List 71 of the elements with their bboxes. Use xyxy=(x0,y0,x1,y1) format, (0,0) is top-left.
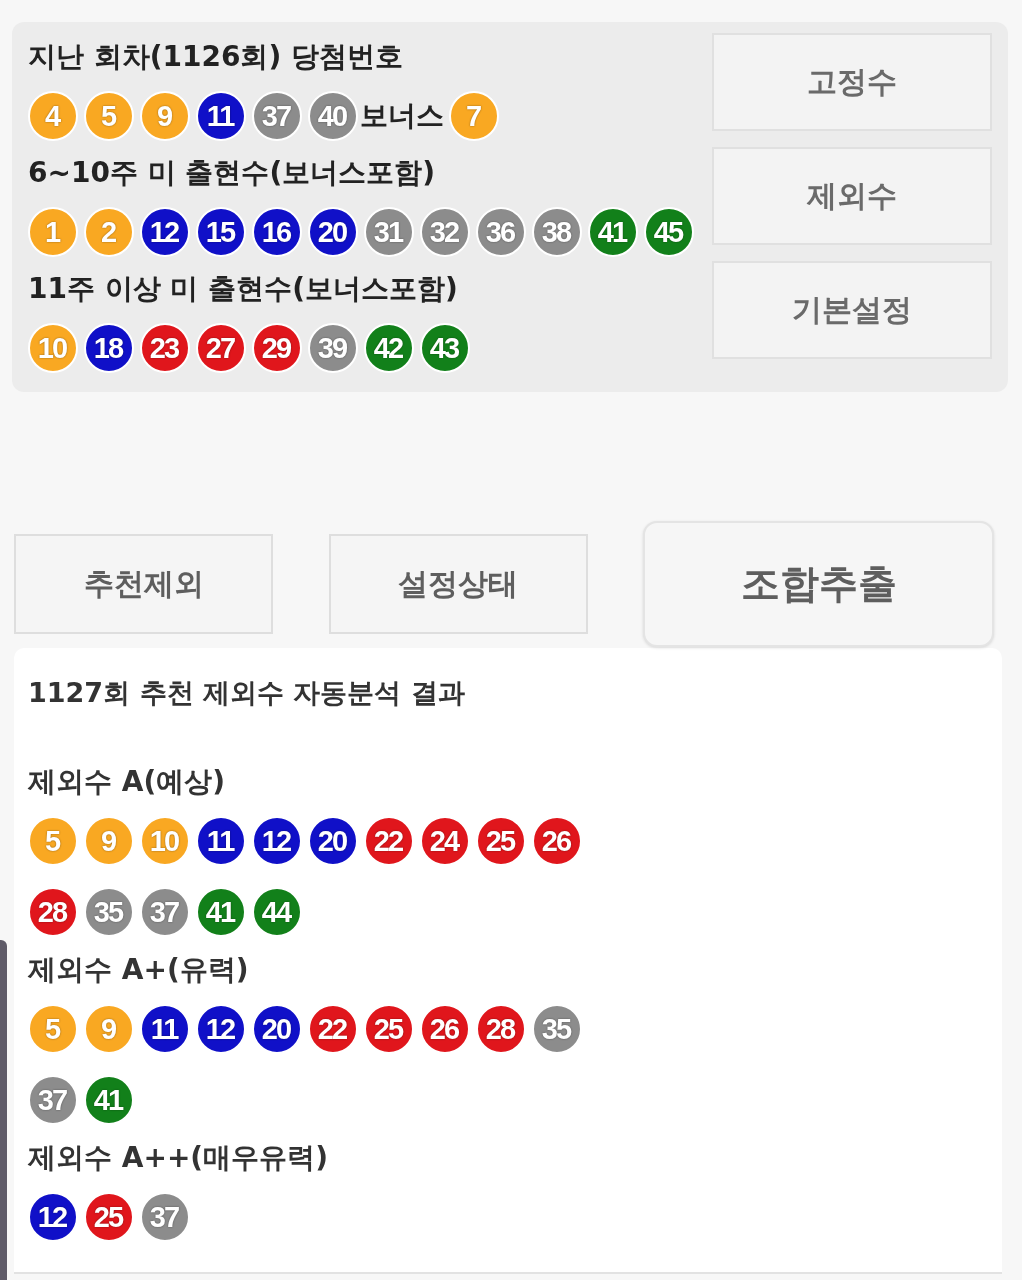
lotto-ball: 11 xyxy=(196,91,246,141)
lotto-ball: 16 xyxy=(252,207,302,257)
result-title: 1127회 추천 제외수 자동분석 결과 xyxy=(28,676,466,710)
lotto-ball: 37 xyxy=(252,91,302,141)
lotto-ball: 12 xyxy=(140,207,190,257)
lotto-ball: 7 xyxy=(449,91,499,141)
lotto-ball: 18 xyxy=(84,323,134,373)
lotto-ball: 29 xyxy=(252,323,302,373)
lotto-ball: 12 xyxy=(28,1192,78,1242)
lotto-ball: 22 xyxy=(308,1004,358,1054)
fixed-numbers-button[interactable]: 고정수 xyxy=(712,33,992,131)
lotto-ball: 32 xyxy=(420,207,470,257)
lotto-ball: 20 xyxy=(308,207,358,257)
lotto-ball: 28 xyxy=(476,1004,526,1054)
lotto-ball: 44 xyxy=(252,887,302,937)
lotto-ball: 38 xyxy=(532,207,582,257)
lotto-ball: 45 xyxy=(644,207,694,257)
lotto-ball: 41 xyxy=(588,207,638,257)
lotto-ball: 23 xyxy=(140,323,190,373)
generate-combination-button[interactable]: 조합추출 xyxy=(643,521,994,647)
lotto-ball: 26 xyxy=(420,1004,470,1054)
lotto-ball: 5 xyxy=(84,91,134,141)
lotto-ball: 31 xyxy=(364,207,414,257)
lotto-ball: 2 xyxy=(84,207,134,257)
lotto-ball: 5 xyxy=(28,816,78,866)
lotto-ball: 25 xyxy=(476,816,526,866)
settings-status-button[interactable]: 설정상태 xyxy=(328,534,588,634)
lotto-ball: 9 xyxy=(84,816,134,866)
lotto-ball: 37 xyxy=(28,1075,78,1125)
exclude-recommendation-button[interactable]: 추천제외 xyxy=(14,534,273,634)
lotto-ball: 12 xyxy=(196,1004,246,1054)
lotto-ball: 27 xyxy=(196,323,246,373)
lotto-ball: 25 xyxy=(364,1004,414,1054)
lotto-ball: 28 xyxy=(28,887,78,937)
lotto-ball: 24 xyxy=(420,816,470,866)
lotto-ball: 15 xyxy=(196,207,246,257)
lotto-ball: 9 xyxy=(84,1004,134,1054)
lotto-ball: 5 xyxy=(28,1004,78,1054)
section-title: 11주 이상 미 출현수(보너스포함) xyxy=(28,271,459,307)
lotto-ball: 37 xyxy=(140,1192,190,1242)
lotto-ball: 37 xyxy=(140,887,190,937)
lotto-ball: 26 xyxy=(532,816,582,866)
lotto-ball: 11 xyxy=(140,1004,190,1054)
group-label: 제외수 A++(매우유력) xyxy=(28,1140,329,1176)
lotto-ball: 10 xyxy=(140,816,190,866)
lotto-ball: 35 xyxy=(84,887,134,937)
section-title: 6~10주 미 출현수(보너스포함) xyxy=(28,155,436,191)
default-settings-button[interactable]: 기본설정 xyxy=(712,261,992,359)
lotto-ball: 35 xyxy=(532,1004,582,1054)
lotto-ball: 36 xyxy=(476,207,526,257)
lotto-ball: 42 xyxy=(364,323,414,373)
lotto-ball: 41 xyxy=(196,887,246,937)
group-label: 제외수 A+(유력) xyxy=(28,952,250,988)
lotto-ball: 12 xyxy=(252,816,302,866)
lotto-ball: 22 xyxy=(364,816,414,866)
lotto-ball: 25 xyxy=(84,1192,134,1242)
lotto-ball: 40 xyxy=(308,91,358,141)
group-label: 제외수 A(예상) xyxy=(28,764,226,800)
lotto-ball: 20 xyxy=(308,816,358,866)
lotto-ball: 9 xyxy=(140,91,190,141)
lotto-ball: 1 xyxy=(28,207,78,257)
lotto-ball: 41 xyxy=(84,1075,134,1125)
lotto-ball: 10 xyxy=(28,323,78,373)
lotto-ball: 4 xyxy=(28,91,78,141)
lotto-ball: 43 xyxy=(420,323,470,373)
section-title: 지난 회차(1126회) 당첨번호 xyxy=(28,39,405,75)
lotto-ball: 39 xyxy=(308,323,358,373)
excluded-numbers-button[interactable]: 제외수 xyxy=(712,147,992,245)
lotto-ball: 20 xyxy=(252,1004,302,1054)
bonus-label: 보너스 xyxy=(360,98,444,134)
lotto-ball: 11 xyxy=(196,816,246,866)
